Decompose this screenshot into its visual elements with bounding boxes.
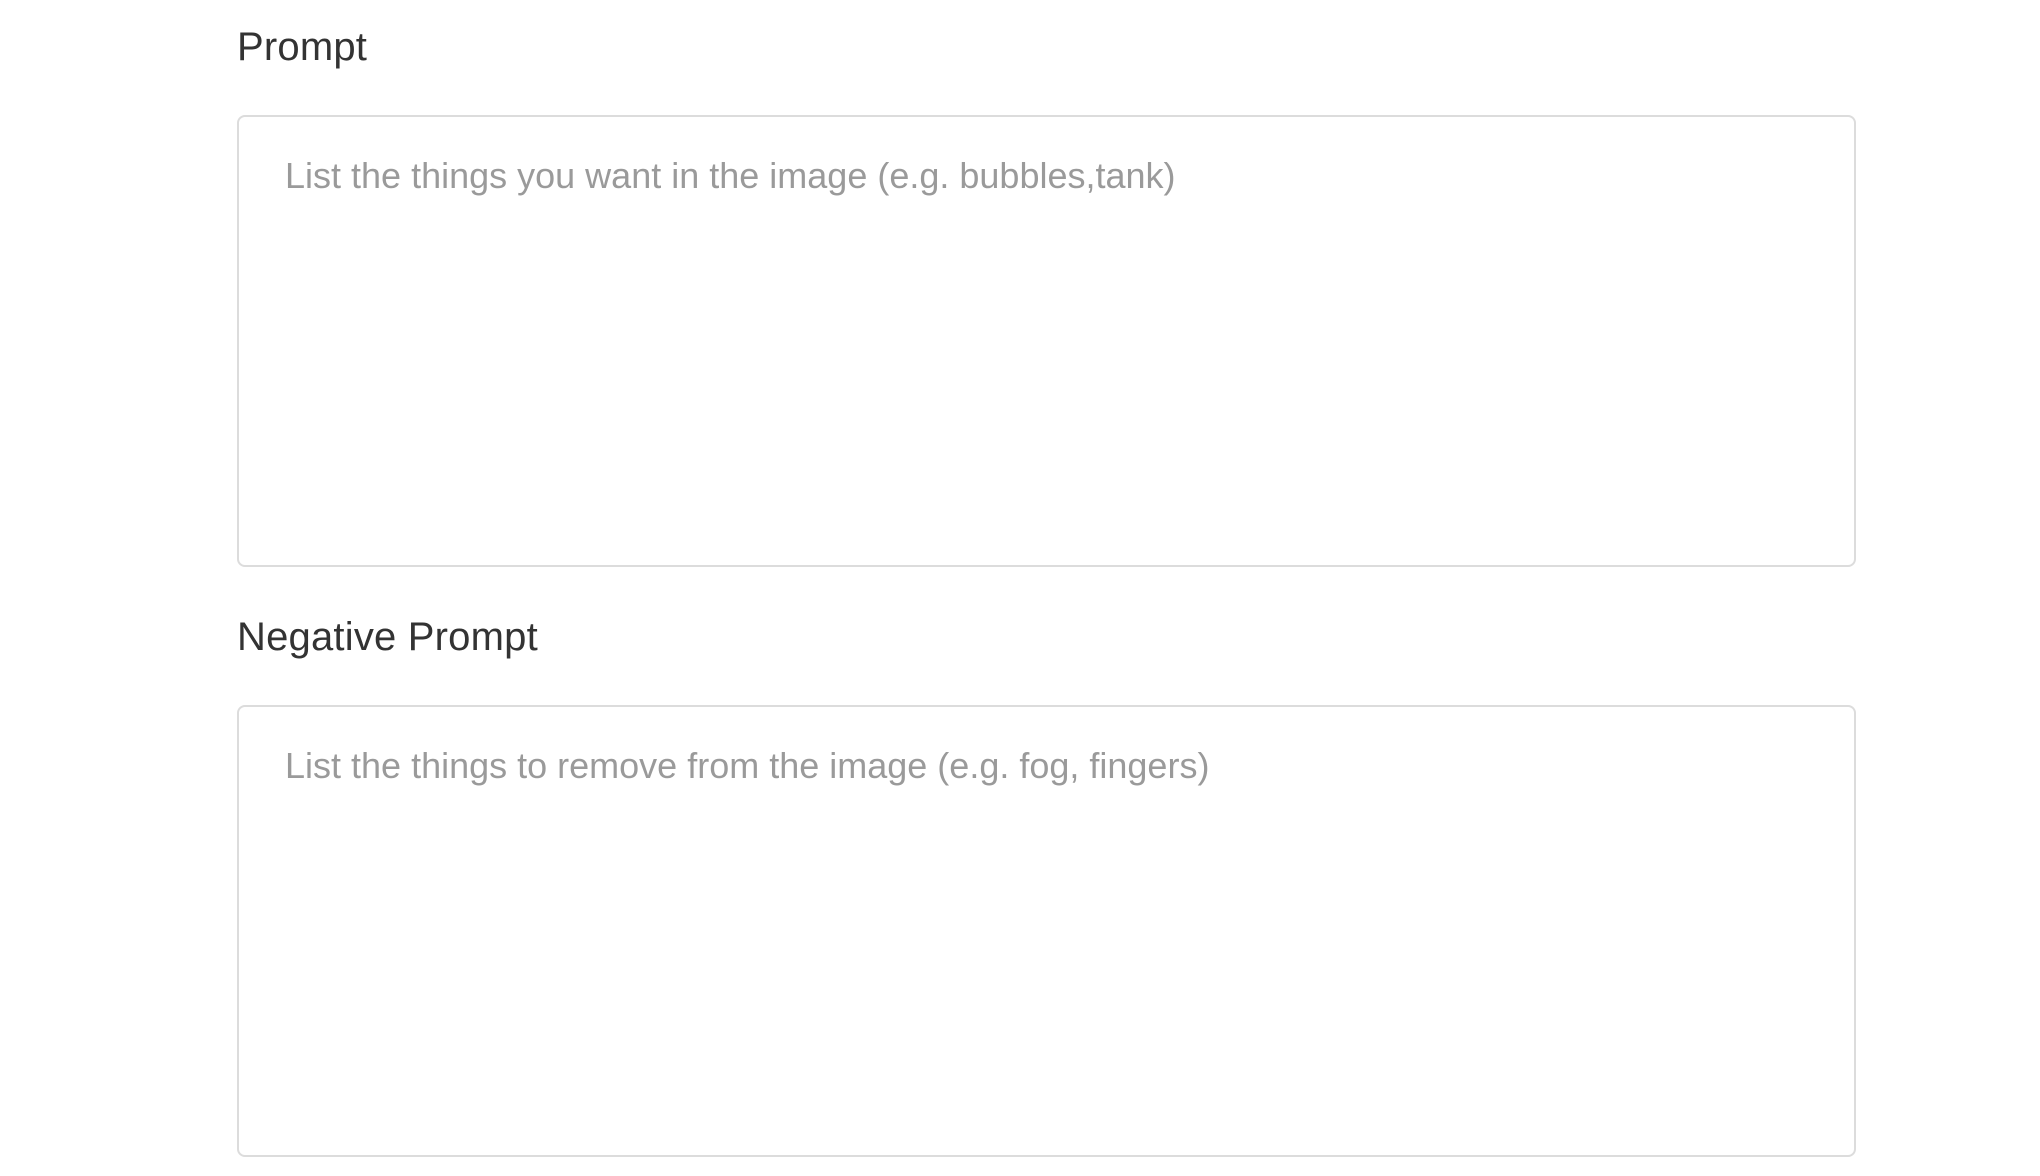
negative-prompt-textarea[interactable] — [237, 705, 1856, 1157]
prompt-label: Prompt — [237, 25, 368, 69]
prompt-textarea[interactable] — [237, 115, 1856, 567]
prompt-field-group: Prompt — [237, 0, 1856, 594]
prompt-form: Prompt Negative Prompt — [237, 0, 1856, 1157]
negative-prompt-label: Negative Prompt — [237, 615, 538, 659]
negative-prompt-field-group: Negative Prompt — [237, 594, 1856, 1157]
